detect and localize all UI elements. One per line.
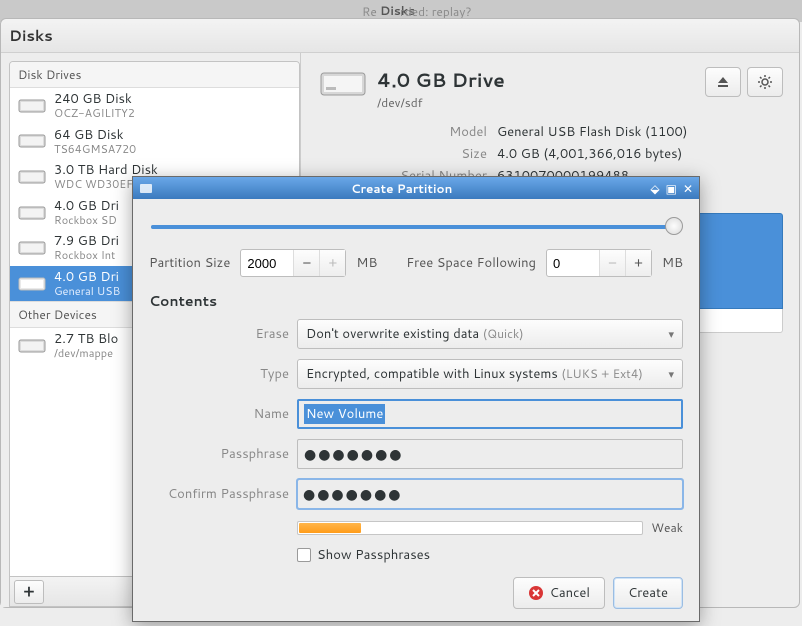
- value-model: General USB Flash Disk (1100): [497, 123, 687, 141]
- gear-icon: [757, 74, 773, 90]
- window-close-icon[interactable]: ✕: [683, 180, 693, 197]
- passphrase-strength-text: Weak: [651, 519, 683, 536]
- name-label: Name: [149, 405, 289, 423]
- drive-sub: Rockbox Int: [54, 249, 119, 262]
- type-combo[interactable]: Encrypted, compatible with Linux systems…: [297, 359, 683, 389]
- confirm-dots: ●●●●●●●: [303, 484, 403, 504]
- window-maximize-icon[interactable]: ▣: [666, 180, 677, 197]
- free-space-spin[interactable]: − +: [546, 249, 652, 277]
- show-passphrases-checkbox[interactable]: Show Passphrases: [297, 546, 683, 564]
- type-value: Encrypted, compatible with Linux systems: [306, 365, 558, 383]
- spin-plus-button[interactable]: +: [625, 250, 651, 276]
- partition-size-slider[interactable]: [149, 215, 683, 239]
- drive-options-button[interactable]: [747, 67, 783, 97]
- type-label: Type: [149, 365, 289, 383]
- size-unit: MB: [356, 254, 377, 272]
- hdd-icon: [18, 238, 46, 258]
- spin-minus-button[interactable]: −: [293, 250, 319, 276]
- show-passphrases-label: Show Passphrases: [317, 546, 430, 564]
- free-space-label: Free Space Following: [406, 254, 536, 272]
- hdd-icon: [18, 203, 46, 223]
- spin-plus-button[interactable]: +: [319, 250, 345, 276]
- label-size: Size: [377, 145, 487, 163]
- drive-item[interactable]: 240 GB DiskOCZ-AGILITY2: [10, 88, 299, 124]
- checkbox-icon: [297, 548, 311, 562]
- erase-value: Don't overwrite existing data: [306, 325, 479, 343]
- name-value: New Volume: [304, 404, 385, 424]
- drive-large-icon: [319, 67, 367, 101]
- drive-sub: TS64GMSA720: [54, 143, 136, 156]
- type-quick: (LUKS + Ext4): [561, 365, 642, 382]
- erase-combo[interactable]: Don't overwrite existing data (Quick) ▾: [297, 319, 683, 349]
- hdd-icon: [18, 131, 46, 151]
- drive-item[interactable]: 64 GB DiskTS64GMSA720: [10, 124, 299, 160]
- drive-header-dev: /dev/sdf: [377, 94, 505, 111]
- dialog-title: Create Partition: [153, 180, 650, 197]
- chevron-down-icon: ▾: [668, 366, 674, 382]
- confirm-passphrase-label: Confirm Passphrase: [149, 485, 289, 503]
- contents-heading: Contents: [149, 291, 683, 311]
- drive-sub: /dev/mappe: [54, 347, 118, 360]
- passphrase-strength-bar: [297, 521, 643, 535]
- sidebar-section-drives: Disk Drives: [10, 62, 299, 88]
- app-title: Disks: [9, 25, 53, 46]
- passphrase-label: Passphrase: [149, 445, 289, 463]
- hdd-icon: [18, 167, 46, 187]
- create-label: Create: [628, 584, 668, 602]
- dialog-titlebar[interactable]: Create Partition ⬙ ▣ ✕: [133, 177, 699, 199]
- partition-size-label: Partition Size: [149, 254, 230, 272]
- erase-quick: (Quick): [483, 325, 524, 342]
- window-app-icon: [139, 181, 153, 195]
- free-unit: MB: [662, 254, 683, 272]
- passphrase-input[interactable]: ●●●●●●●: [297, 439, 683, 469]
- spin-minus-button[interactable]: −: [599, 250, 625, 276]
- label-model: Model: [377, 123, 487, 141]
- free-space-input[interactable]: [547, 256, 599, 271]
- cancel-label: Cancel: [550, 584, 590, 602]
- value-size: 4.0 GB (4,001,366,016 bytes): [497, 145, 682, 163]
- drive-sub: Rockbox SD: [54, 214, 119, 227]
- hdd-icon: [18, 274, 46, 294]
- passphrase-dots: ●●●●●●●: [304, 444, 404, 464]
- drive-sub: General USB: [54, 285, 120, 298]
- hdd-icon: [18, 96, 46, 116]
- partition-size-input[interactable]: [241, 256, 293, 271]
- add-drive-button[interactable]: +: [14, 580, 44, 604]
- eject-icon: [715, 74, 731, 90]
- eject-button[interactable]: [705, 67, 741, 97]
- cancel-button[interactable]: Cancel: [513, 577, 605, 609]
- partition-size-spin[interactable]: − +: [240, 249, 346, 277]
- create-button[interactable]: Create: [613, 577, 683, 609]
- name-input[interactable]: New Volume: [297, 399, 683, 429]
- cancel-icon: [528, 585, 544, 601]
- create-partition-dialog: Create Partition ⬙ ▣ ✕ Partition Size − …: [132, 176, 700, 622]
- drive-sub: OCZ-AGILITY2: [54, 107, 135, 120]
- erase-label: Erase: [149, 325, 289, 343]
- main-toolbar: Disks: [1, 19, 799, 53]
- plus-icon: +: [24, 580, 35, 603]
- confirm-passphrase-input[interactable]: ●●●●●●●: [297, 479, 683, 509]
- chevron-down-icon: ▾: [668, 326, 674, 342]
- window-rollup-icon[interactable]: ⬙: [650, 180, 659, 197]
- drive-header-title: 4.0 GB Drive: [377, 67, 505, 94]
- hdd-icon: [18, 336, 46, 356]
